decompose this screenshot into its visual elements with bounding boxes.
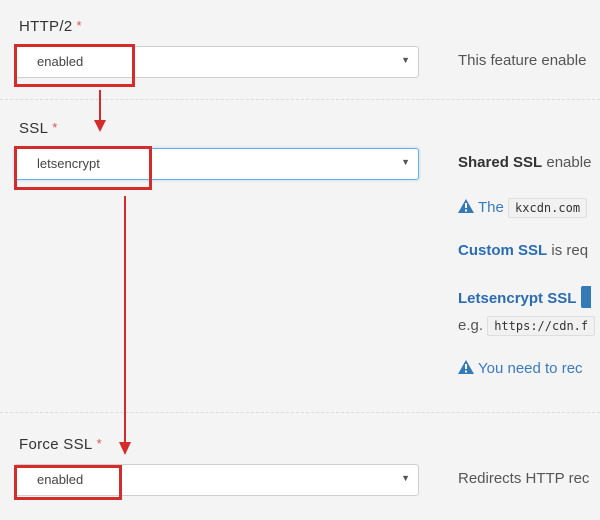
annotation-arrowhead bbox=[119, 442, 131, 455]
annotation-arrowhead bbox=[94, 120, 106, 132]
annotation-arrows bbox=[94, 90, 131, 455]
